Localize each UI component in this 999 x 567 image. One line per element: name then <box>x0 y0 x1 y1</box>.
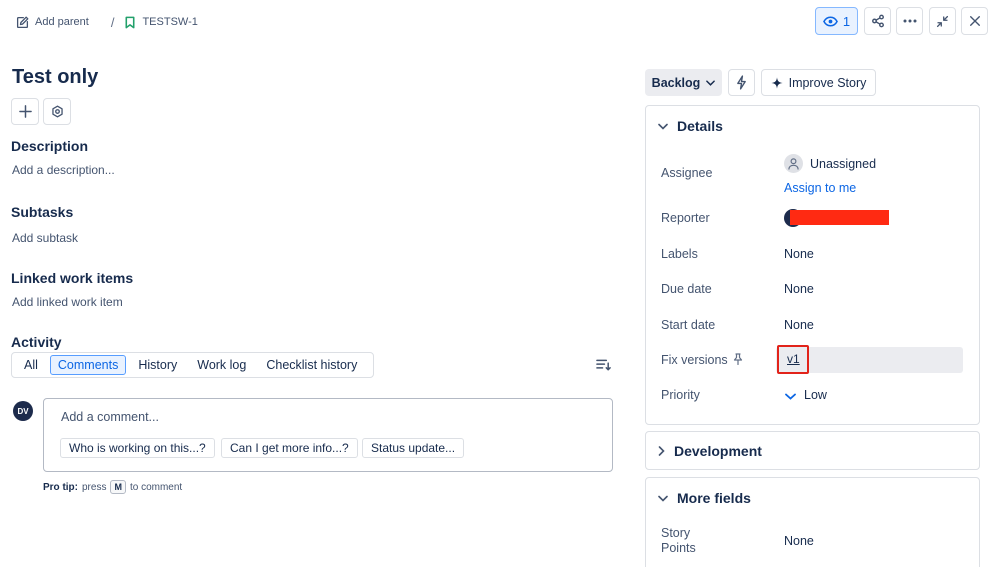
development-panel[interactable]: Development <box>645 431 980 470</box>
add-subtask-link[interactable]: Add subtask <box>12 231 78 245</box>
sort-button[interactable] <box>596 358 611 372</box>
settings-button[interactable] <box>43 98 71 125</box>
reporter-label: Reporter <box>661 211 710 225</box>
tab-all[interactable]: All <box>16 355 46 375</box>
details-panel: Details <box>645 105 980 425</box>
bookmark-icon <box>125 16 135 28</box>
add-parent-link[interactable]: Add parent <box>16 16 89 29</box>
close-icon <box>969 16 980 26</box>
description-field[interactable]: Add a description... <box>12 163 115 177</box>
activity-tabs: All Comments History Work log Checklist … <box>11 352 375 378</box>
eye-icon <box>822 16 838 26</box>
pin-icon <box>733 353 743 365</box>
watchers-count: 1 <box>842 13 851 29</box>
improve-story-label: Improve Story <box>788 75 867 90</box>
add-linked-item-link[interactable]: Add linked work item <box>12 295 123 309</box>
suggestion-status-update[interactable]: Status update... <box>362 438 465 458</box>
more-icon <box>903 19 916 23</box>
tab-history[interactable]: History <box>130 355 185 375</box>
share-button[interactable] <box>864 7 891 35</box>
tab-comments[interactable]: Comments <box>49 355 127 375</box>
priority-label: Priority <box>661 388 700 402</box>
improve-story-button[interactable]: Improve Story <box>761 69 876 96</box>
comment-placeholder: Add a comment... <box>61 410 159 424</box>
low-priority-icon <box>785 393 796 400</box>
comment-input[interactable]: Add a comment... Who is working on this.… <box>43 398 613 472</box>
fix-versions-label: Fix versions <box>661 353 728 367</box>
highlight-box <box>777 345 809 374</box>
priority-value[interactable]: Low <box>804 388 827 402</box>
more-fields-heading: More fields <box>677 490 751 506</box>
description-heading: Description <box>11 138 89 154</box>
status-label: Backlog <box>651 75 701 90</box>
minimize-button[interactable] <box>929 7 956 35</box>
sparkle-icon <box>771 76 783 89</box>
assign-to-me-link[interactable]: Assign to me <box>784 181 856 195</box>
chevron-down-icon <box>658 123 668 130</box>
details-toggle[interactable]: Details <box>658 118 723 134</box>
minimize-icon <box>936 15 949 27</box>
start-date-value[interactable]: None <box>784 318 814 332</box>
protip-label: Pro tip: <box>43 481 78 493</box>
protip-key: M <box>110 480 126 494</box>
automation-button[interactable] <box>728 69 755 96</box>
chevron-right-icon <box>658 446 665 456</box>
story-points-value[interactable]: None <box>784 534 814 548</box>
development-toggle[interactable]: Development <box>658 443 762 459</box>
details-heading: Details <box>677 118 723 134</box>
assignee-value[interactable]: Unassigned <box>810 157 876 171</box>
subtasks-heading: Subtasks <box>11 204 74 220</box>
protip-post: to comment <box>129 481 183 493</box>
unassigned-avatar <box>784 154 803 173</box>
chevron-down-icon <box>706 79 716 86</box>
chevron-down-icon <box>658 495 668 502</box>
development-heading: Development <box>674 443 762 459</box>
due-date-label: Due date <box>661 282 712 296</box>
labels-label: Labels <box>661 247 698 261</box>
more-fields-toggle[interactable]: More fields <box>658 490 751 506</box>
watch-button[interactable]: 1 <box>815 7 858 35</box>
add-button[interactable] <box>11 98 39 125</box>
breadcrumb: Add parent / TESTSW-1 <box>16 12 198 32</box>
more-button[interactable] <box>896 7 923 35</box>
avatar: DV <box>13 401 33 421</box>
breadcrumb-separator: / <box>110 14 115 30</box>
plus-icon <box>18 105 32 118</box>
issue-key: TESTSW-1 <box>142 16 198 28</box>
pin-button[interactable] <box>733 353 743 365</box>
share-icon <box>871 14 884 28</box>
assignee-label: Assignee <box>661 166 713 180</box>
close-button[interactable] <box>961 7 988 35</box>
status-dropdown[interactable]: Backlog <box>645 69 722 96</box>
lightning-icon <box>737 75 746 90</box>
suggestion-more-info[interactable]: Can I get more info...? <box>221 438 358 458</box>
due-date-value[interactable]: None <box>784 282 814 296</box>
story-points-label-line1: Story <box>661 526 691 540</box>
issue-key-link[interactable]: TESTSW-1 <box>124 16 198 29</box>
person-icon <box>788 157 799 170</box>
story-points-label-line2: Points <box>661 541 696 555</box>
start-date-label: Start date <box>661 318 716 332</box>
protip-pre: press <box>82 481 107 493</box>
issue-title[interactable]: Test only <box>12 66 98 89</box>
suggestion-who-working[interactable]: Who is working on this...? <box>60 438 215 458</box>
reporter-redaction <box>790 210 889 225</box>
sort-icon <box>596 359 611 371</box>
gear-icon <box>51 105 63 118</box>
tab-work-log[interactable]: Work log <box>189 355 254 375</box>
activity-heading: Activity <box>11 334 62 350</box>
labels-value[interactable]: None <box>784 247 814 261</box>
pro-tip: Pro tip: press M to comment <box>43 480 182 494</box>
add-parent-label: Add parent <box>35 16 89 28</box>
tab-checklist-history[interactable]: Checklist history <box>258 355 365 375</box>
edit-icon <box>16 16 29 28</box>
linked-items-heading: Linked work items <box>11 270 134 286</box>
